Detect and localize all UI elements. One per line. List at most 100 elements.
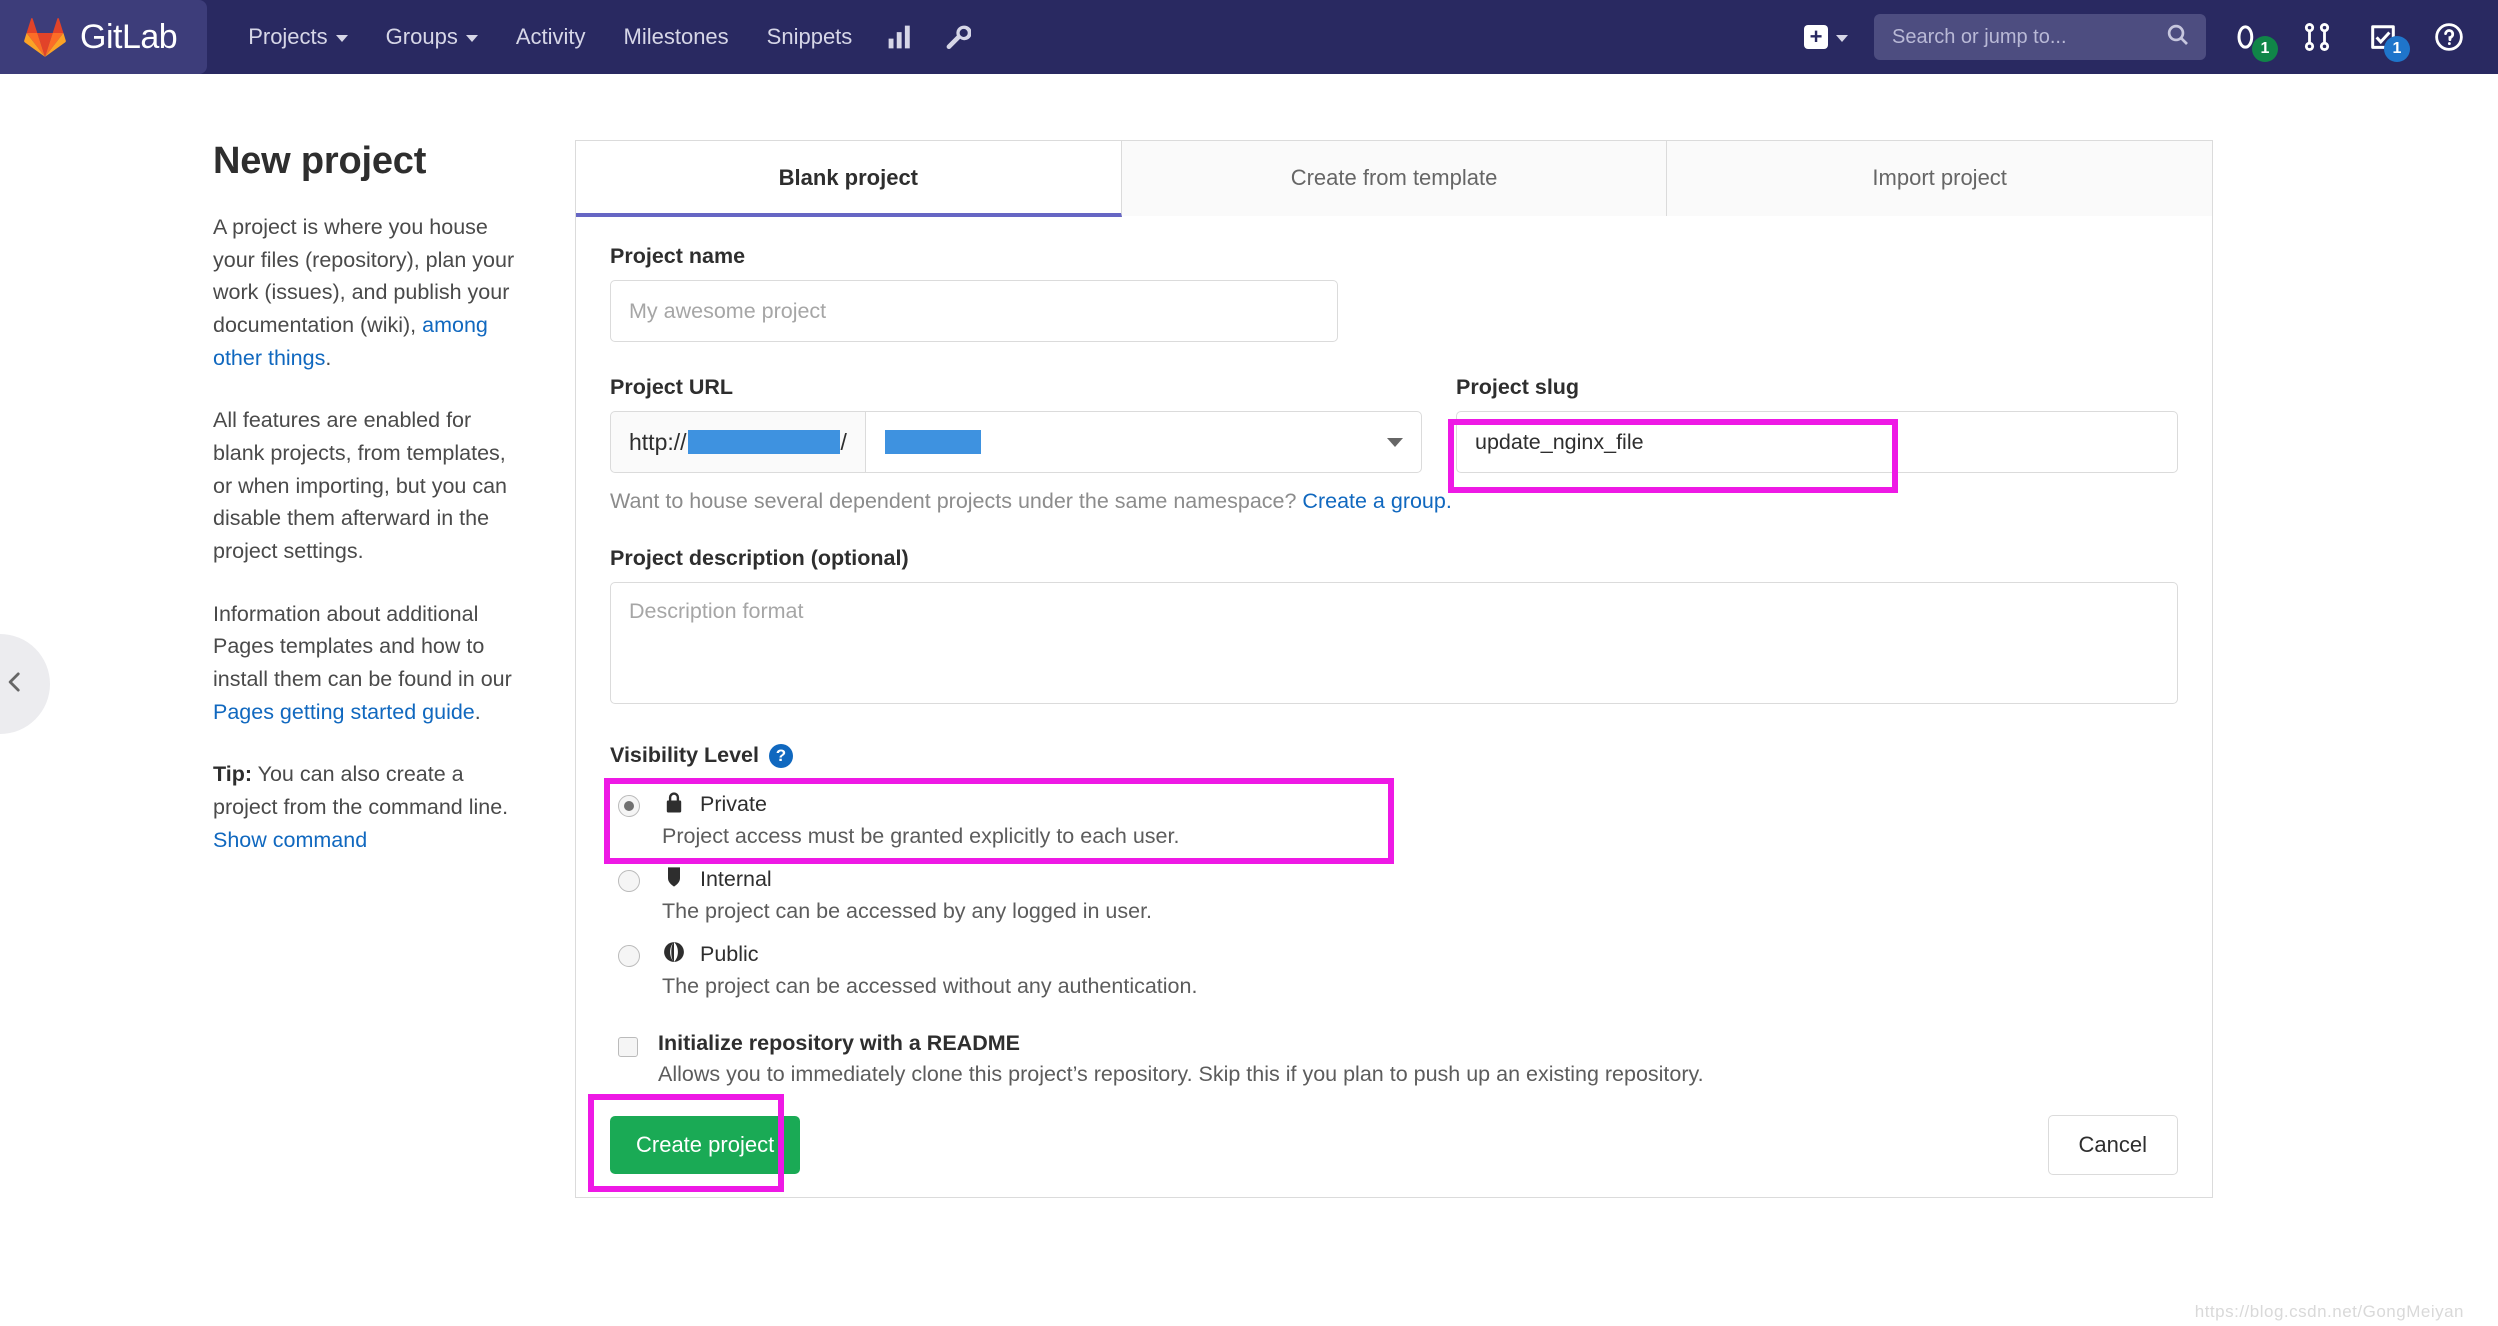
create-project-button[interactable]: Create project [610, 1116, 801, 1174]
namespace-help-text-label: Want to house several dependent projects… [610, 489, 1303, 513]
tab-blank-project[interactable]: Blank project [576, 141, 1122, 217]
nav-item-snippets-label: Snippets [766, 24, 853, 49]
description-paragraph-3: Information about additional Pages templ… [213, 598, 520, 729]
visibility-private-name: Private [700, 792, 767, 816]
nav-item-projects[interactable]: Projects [229, 0, 366, 74]
todos-count-badge: 1 [2384, 36, 2410, 62]
cancel-button[interactable]: Cancel [2047, 1115, 2178, 1175]
nav-item-projects-label: Projects [248, 24, 328, 49]
project-slug-label: Project slug [1456, 375, 1580, 399]
project-description-label: Project description (optional) [610, 546, 909, 570]
initialize-readme-body: Initialize repository with a README Allo… [658, 1031, 1704, 1087]
project-description-group: Project description (optional) [610, 546, 2178, 709]
visibility-radio-internal[interactable] [618, 870, 640, 892]
visibility-option-public[interactable]: Public The project can be accessed witho… [610, 932, 2178, 1007]
initialize-readme-label: Initialize repository with a README [658, 1031, 1020, 1055]
form-actions: Create project Cancel [588, 1094, 2178, 1197]
navbar-right-section: + 1 [1790, 14, 2482, 62]
visibility-private-head: Private [662, 790, 1179, 819]
search-icon [2166, 23, 2190, 52]
top-navbar: GitLab Projects Groups Activity Mileston… [0, 0, 2498, 74]
project-slug-group: Project slug [1448, 375, 2178, 493]
navbar-left-section: GitLab Projects Groups Activity Mileston… [0, 0, 987, 74]
project-slug-input[interactable] [1456, 411, 2178, 473]
visibility-option-internal[interactable]: Internal The project can be accessed by … [610, 857, 2178, 932]
visibility-private-description: Project access must be granted explicitl… [662, 824, 1180, 848]
todos-icon[interactable]: 1 [2350, 22, 2416, 62]
project-name-input[interactable] [610, 280, 1338, 342]
merge-requests-icon[interactable] [2284, 22, 2350, 52]
globe-icon [662, 940, 686, 969]
initialize-readme-description: Allows you to immediately clone this pro… [658, 1062, 1704, 1086]
plus-icon: + [1804, 25, 1828, 49]
chevron-down-icon [1836, 35, 1848, 42]
visibility-option-private[interactable]: Private Project access must be granted e… [610, 782, 2178, 857]
nav-item-activity[interactable]: Activity [497, 0, 605, 74]
visibility-internal-body: Internal The project can be accessed by … [662, 865, 1152, 924]
initialize-readme-row[interactable]: Initialize repository with a README Allo… [610, 1031, 2178, 1087]
project-name-label: Project name [610, 244, 746, 268]
description-paragraph-3-tail: . [474, 699, 481, 724]
gitlab-brand-text: GitLab [80, 17, 178, 56]
project-url-scheme: http:// [629, 428, 687, 455]
visibility-public-body: Public The project can be accessed witho… [662, 940, 1197, 999]
project-namespace-select[interactable] [864, 411, 1422, 473]
chevron-down-icon [465, 35, 478, 42]
new-project-form-panel: Blank project Create from template Impor… [575, 74, 2498, 1326]
project-url-trailing-slash: / [840, 428, 847, 455]
project-form: Project name Project URL http:// / [576, 216, 2212, 1197]
nav-item-snippets[interactable]: Snippets [748, 0, 872, 74]
visibility-public-description: The project can be accessed without any … [662, 974, 1198, 998]
project-description-textarea[interactable] [610, 582, 2178, 704]
help-icon[interactable] [2416, 22, 2482, 52]
primary-nav-items: Projects Groups Activity Milestones Snip… [229, 0, 987, 74]
analytics-icon[interactable] [871, 0, 929, 74]
tab-create-from-template[interactable]: Create from template [1121, 141, 1668, 216]
description-paragraph-1-tail: . [325, 345, 332, 370]
search-input[interactable] [1890, 24, 2166, 50]
nav-item-groups[interactable]: Groups [367, 0, 497, 74]
issues-count-badge: 1 [2252, 36, 2278, 62]
description-paragraph-2: All features are enabled for blank proje… [213, 408, 507, 564]
shield-icon [662, 865, 686, 894]
description-paragraph-1: A project is where you house your files … [213, 211, 520, 374]
lock-icon [662, 790, 686, 819]
tip-text: You can also create a project from the c… [213, 762, 509, 820]
project-type-tabs: Blank project Create from template Impor… [576, 140, 2213, 217]
nav-item-groups-label: Groups [385, 24, 458, 49]
visibility-internal-description: The project can be accessed by any logge… [662, 899, 1153, 923]
gitlab-home-link[interactable]: GitLab [0, 0, 208, 74]
project-url-prefix: http:// / [610, 411, 865, 473]
chevron-down-icon [335, 35, 348, 42]
watermark-text: https://blog.csdn.net/GongMeiyan [2194, 1302, 2464, 1321]
visibility-public-head: Public [662, 940, 1197, 969]
project-namespace-value-redacted [884, 430, 981, 454]
project-url-input-group: http:// / [610, 411, 1422, 473]
visibility-public-name: Public [700, 942, 759, 966]
initialize-readme-checkbox[interactable] [618, 1037, 638, 1057]
search-bar[interactable] [1874, 14, 2206, 60]
namespace-help-text: Want to house several dependent projects… [610, 489, 2178, 514]
visibility-radio-private[interactable] [618, 795, 640, 817]
issues-icon[interactable]: 1 [2218, 22, 2284, 62]
project-url-group: Project URL http:// / [610, 375, 1422, 473]
tab-import-project[interactable]: Import project [1667, 141, 2213, 216]
visibility-level-label: Visibility Level [610, 743, 759, 767]
create-button-wrapper: Create project [588, 1094, 801, 1192]
show-command-link[interactable]: Show command [213, 828, 367, 852]
visibility-internal-head: Internal [662, 865, 1152, 894]
page-content: New project A project is where you house… [0, 74, 2498, 1326]
project-url-slug-row: Project URL http:/// Project slug update… [610, 375, 2178, 493]
project-url-host-redacted [687, 430, 840, 454]
create-new-button[interactable]: + [1790, 25, 1862, 49]
pages-getting-started-guide-link[interactable]: Pages getting started guide [213, 700, 475, 724]
chevron-down-icon [1387, 437, 1403, 447]
description-paragraph-3-text: Information about additional Pages templ… [213, 601, 512, 692]
visibility-radio-public[interactable] [618, 945, 640, 967]
page-title: New project [213, 140, 427, 182]
nav-item-milestones[interactable]: Milestones [605, 0, 748, 74]
nav-item-activity-label: Activity [515, 24, 586, 49]
question-mark-icon[interactable]: ? [768, 743, 793, 768]
create-a-group-link[interactable]: Create a group. [1302, 489, 1451, 513]
wrench-icon[interactable] [929, 0, 987, 74]
